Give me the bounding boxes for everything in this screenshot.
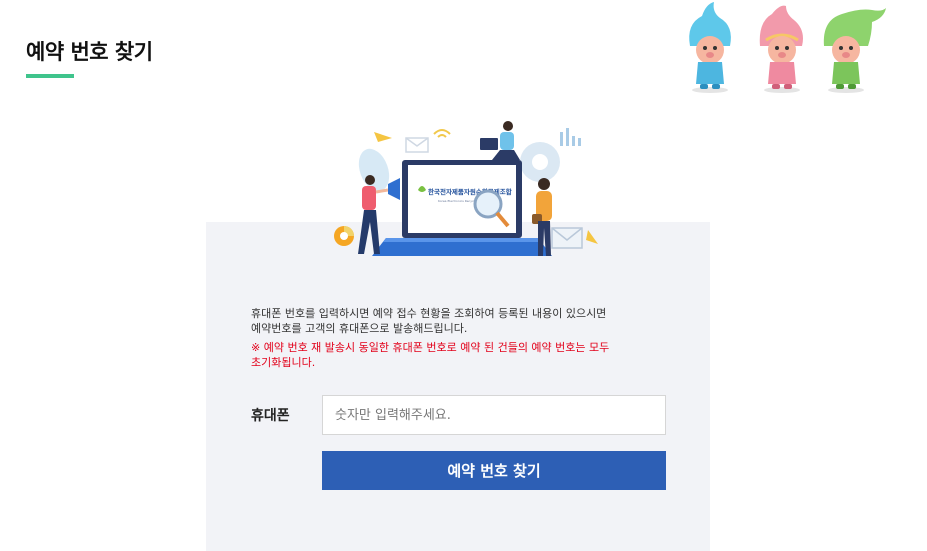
mail-icon — [405, 137, 429, 153]
title-underline — [26, 74, 74, 78]
open-mail-icon — [551, 227, 583, 249]
content-panel — [206, 222, 710, 551]
blue-mascot — [689, 2, 731, 93]
wifi-icon — [433, 129, 451, 138]
phone-label: 휴대폰 — [251, 408, 290, 424]
reset-notice: ※ 예약 번호 재 발송시 동일한 휴대폰 번호로 예약 된 건들의 예약 번호… — [251, 340, 681, 370]
description-line-1: 휴대폰 번호를 입력하시면 예약 접수 현황을 조회하여 등록된 내용이 있으시… — [251, 307, 607, 320]
pink-mascot — [759, 5, 803, 93]
description-line-2: 예약번호를 고객의 휴대폰으로 발송해드립니다. — [251, 322, 468, 335]
phone-input[interactable] — [322, 395, 666, 435]
green-mascot — [823, 8, 886, 93]
paper-plane-icon — [374, 132, 392, 142]
page-title: 예약 번호 찾기 — [26, 40, 153, 64]
find-reservation-button[interactable]: 예약 번호 찾기 — [322, 451, 666, 490]
notice-line-2: 초기화됩니다. — [251, 356, 316, 369]
notice-line-1: ※ 예약 번호 재 발송시 동일한 휴대폰 번호로 예약 된 건들의 예약 번호… — [251, 341, 610, 354]
gear-icon — [520, 142, 560, 182]
person-on-laptop — [480, 121, 520, 160]
hero-illustration: 한국전자제품자원순환공제조합 Korea Electronics Recycli… — [334, 121, 598, 256]
megaphone-icon — [388, 178, 400, 200]
bar-chart-icon — [560, 128, 581, 146]
mascot-characters — [689, 2, 886, 93]
pie-chart-icon — [334, 226, 354, 246]
screen-logo-text: 한국전자제품자원순환공제조합 — [428, 187, 512, 196]
description-text: 휴대폰 번호를 입력하시면 예약 접수 현황을 조회하여 등록된 내용이 있으시… — [251, 306, 681, 336]
